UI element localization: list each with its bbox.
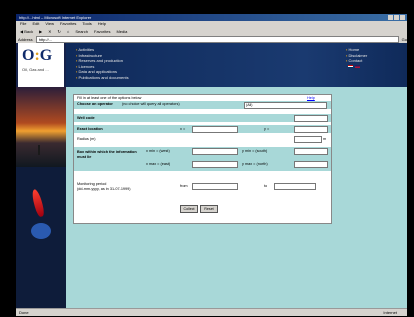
flag-icon[interactable] (348, 65, 353, 68)
xmax-label: x max = (east) (146, 162, 171, 166)
period-row: Monitoring period (dd-mm-yyyy, as in 31-… (74, 181, 331, 197)
xmin-input[interactable] (192, 148, 238, 155)
utility-nav: Home Disclaimer Contact (346, 47, 368, 64)
reset-button[interactable]: Reset (200, 205, 218, 213)
box-label: Box within which the information must li… (77, 150, 137, 159)
ymax-label: y max = (north) (242, 162, 268, 166)
minimize-button[interactable] (388, 15, 393, 20)
screen: http://...html – Microsoft Internet Expl… (0, 0, 414, 316)
refresh-button[interactable]: ↻ (58, 29, 61, 34)
page-content: O:G Oil, Gas and ... Activities Infrastr… (16, 43, 407, 308)
radius-label: Radius (m) (77, 137, 96, 141)
period-label: Monitoring period (77, 182, 107, 186)
collect-button[interactable]: Collect (180, 205, 198, 213)
radius-row: Radius (m) m (74, 135, 331, 143)
favorites-label: Favorites (94, 29, 111, 34)
from-input[interactable] (192, 183, 238, 190)
to-input[interactable] (274, 183, 316, 190)
to-label: to (264, 184, 268, 188)
logo-subtitle: Oil, Gas and ... (22, 67, 49, 72)
radius-input[interactable] (294, 136, 322, 143)
well-code-input[interactable] (294, 115, 328, 122)
maximize-button[interactable] (394, 15, 399, 20)
search-button[interactable]: Search (75, 29, 88, 34)
nav-contact[interactable]: Contact (346, 58, 367, 64)
xmin-label: x min = (west) (146, 149, 170, 153)
y-label: y = (264, 127, 270, 131)
nav-item[interactable]: Publications and documents (76, 75, 129, 81)
favorites-button[interactable]: Favorites (94, 29, 110, 34)
back-button[interactable]: ◀ Back (20, 29, 33, 34)
window-controls (388, 15, 405, 20)
title-bar: http://...html – Microsoft Internet Expl… (16, 14, 407, 21)
left-column: O:G Oil, Gas and ... (16, 43, 66, 308)
xmax-input[interactable] (192, 161, 238, 168)
oil-rig-sunset-image (16, 87, 66, 171)
search-form: Fill in at least one of the options belo… (73, 94, 332, 224)
operator-select[interactable]: (All) (244, 102, 327, 109)
search-label: Search (75, 29, 88, 34)
help-link[interactable]: Help (307, 96, 315, 100)
operator-row: Choose an operator (no choice will query… (74, 101, 331, 109)
media-button[interactable]: Media (116, 29, 127, 34)
status-text: Done (19, 310, 29, 315)
toolbar: ◀ Back ▶ ✕ ↻ ⌂ Search Favorites Media (16, 27, 407, 36)
well-code-row: Well code (74, 114, 331, 122)
y-input[interactable] (294, 126, 328, 133)
well-code-label: Well code (77, 116, 95, 120)
stop-button[interactable]: ✕ (48, 29, 51, 34)
operator-label: Choose an operator (77, 102, 113, 106)
home-button[interactable]: ⌂ (67, 29, 69, 34)
ymin-label: y min = (south) (242, 149, 268, 153)
operator-hint: (no choice will query all operators) (122, 102, 180, 106)
from-label: from (180, 184, 188, 188)
form-intro: Fill in at least one of the options belo… (77, 95, 142, 100)
box-row: Box within which the information must li… (74, 147, 331, 171)
address-input[interactable]: http://... (35, 36, 399, 43)
go-button[interactable]: Go (402, 37, 407, 42)
browser-window: http://...html – Microsoft Internet Expl… (16, 14, 407, 316)
site-logo[interactable]: O:G Oil, Gas and ... (18, 43, 64, 87)
nav-item[interactable]: Reserves and production (76, 58, 129, 64)
period-hint: (dd-mm-yyyy, as in 31-07-1999) (77, 187, 131, 191)
flag-icon[interactable] (355, 65, 360, 68)
partner-logo-icon (31, 223, 51, 239)
main-nav: Activities Infrastructure Reserves and p… (76, 47, 129, 81)
address-label: Address (18, 37, 33, 42)
exact-location-label: Exact location (77, 127, 103, 131)
window-title: http://...html – Microsoft Internet Expl… (19, 15, 92, 20)
status-bar: Done Internet (16, 308, 407, 316)
logo-mark: O:G (22, 47, 53, 64)
exact-location-row: Exact location x = y = (74, 125, 331, 133)
media-label: Media (116, 29, 128, 34)
close-button[interactable] (400, 15, 405, 20)
forward-button[interactable]: ▶ (39, 29, 42, 34)
address-bar: Address http://... Go (16, 36, 407, 43)
x-label: x = (180, 127, 186, 131)
back-label: Back (24, 29, 34, 34)
x-input[interactable] (192, 126, 238, 133)
radius-unit: m (323, 137, 327, 141)
language-flags (348, 65, 360, 68)
ymax-input[interactable] (294, 161, 328, 168)
ymin-input[interactable] (294, 148, 328, 155)
site-banner: Activities Infrastructure Reserves and p… (66, 43, 407, 87)
